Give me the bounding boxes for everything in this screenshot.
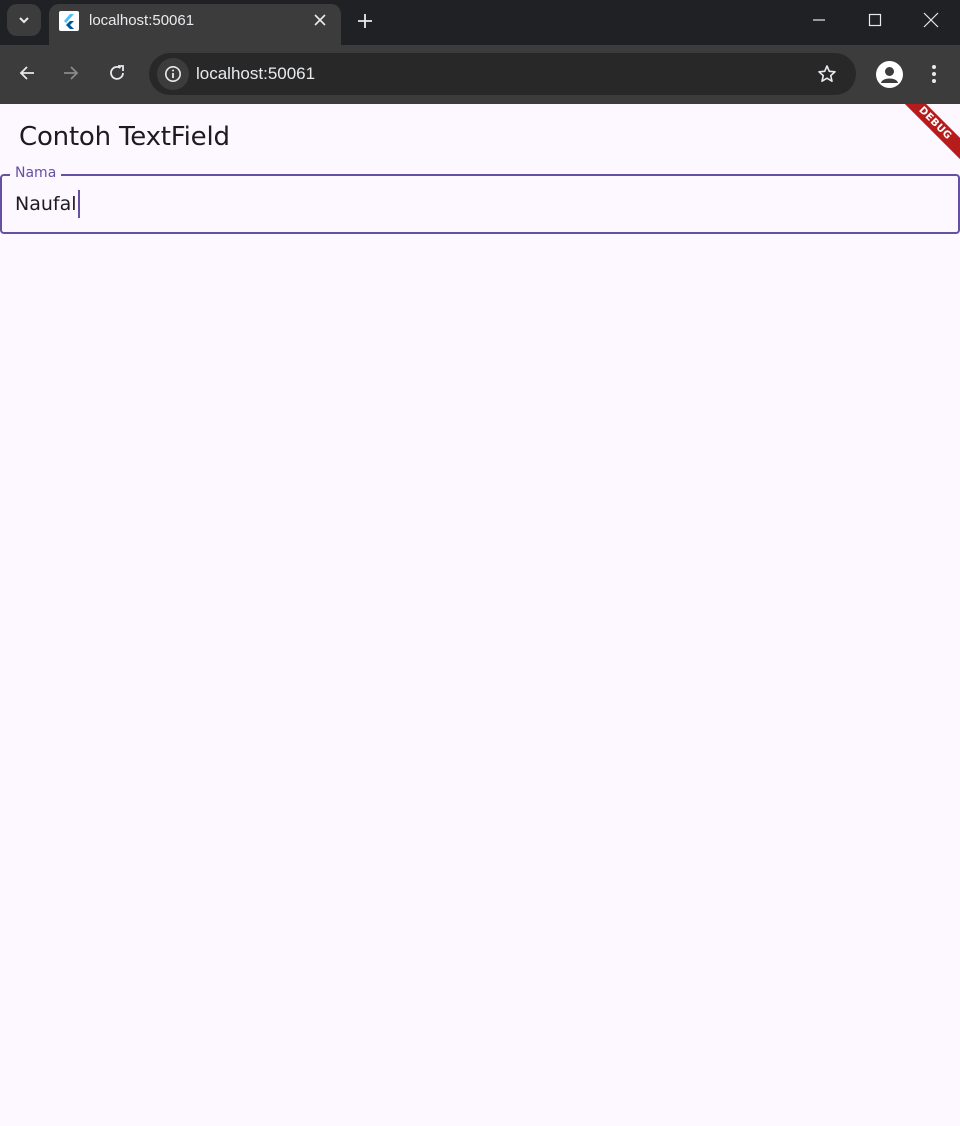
- more-vert-icon: [932, 65, 936, 83]
- close-icon: [923, 12, 939, 28]
- text-field-value[interactable]: Naufal: [15, 193, 77, 215]
- star-icon: [818, 65, 836, 82]
- text-field-label: Nama: [10, 165, 62, 181]
- close-icon: [314, 14, 326, 26]
- url-text[interactable]: localhost:50061: [196, 64, 315, 84]
- arrow-right-icon: [64, 66, 79, 80]
- browser-menu-button[interactable]: [924, 62, 944, 86]
- info-icon: [165, 66, 181, 82]
- text-cursor: [77, 190, 80, 218]
- tab-close-button[interactable]: [311, 11, 329, 29]
- forward-button[interactable]: [58, 60, 84, 86]
- nama-text-field[interactable]: Nama Naufal: [0, 165, 960, 234]
- reload-button[interactable]: [104, 60, 130, 86]
- app-viewport: Contoh TextField Nama Naufal DEBUG: [0, 104, 960, 1126]
- chevron-down-icon: [19, 17, 29, 24]
- new-tab-button[interactable]: [353, 9, 377, 33]
- tab-search-button[interactable]: [7, 4, 41, 36]
- browser-tab[interactable]: localhost:50061: [49, 4, 341, 45]
- debug-banner-label: DEBUG: [916, 104, 954, 143]
- plus-icon: [358, 14, 372, 28]
- flutter-logo-icon: [59, 11, 79, 31]
- profile-avatar-button[interactable]: [876, 61, 903, 88]
- reload-icon: [110, 65, 124, 80]
- minimize-button[interactable]: [790, 0, 848, 40]
- minimize-icon: [813, 19, 825, 21]
- maximize-button[interactable]: [846, 0, 904, 40]
- appbar-title: Contoh TextField: [19, 122, 230, 152]
- person-icon: [881, 67, 898, 83]
- maximize-icon: [868, 13, 882, 27]
- text-field-input-area[interactable]: Naufal: [15, 190, 80, 218]
- browser-tab-strip: localhost:50061: [0, 0, 960, 45]
- bookmark-button[interactable]: [816, 63, 838, 85]
- browser-toolbar: localhost:50061: [0, 45, 960, 104]
- address-bar[interactable]: localhost:50061: [149, 53, 856, 95]
- debug-banner: DEBUG: [890, 104, 960, 168]
- site-info-button[interactable]: [157, 58, 189, 90]
- back-button[interactable]: [14, 60, 40, 86]
- window-close-button[interactable]: [902, 0, 960, 40]
- arrow-left-icon: [19, 66, 34, 80]
- tab-title: localhost:50061: [89, 12, 195, 29]
